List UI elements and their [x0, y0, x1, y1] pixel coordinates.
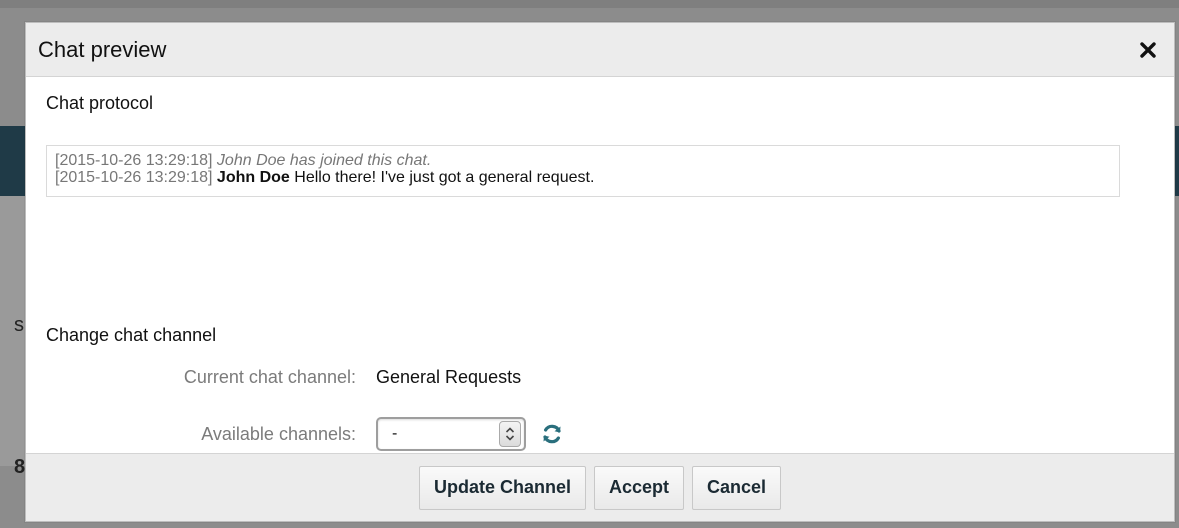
- message-timestamp: [2015-10-26 13:29:18]: [55, 152, 213, 169]
- background-text-fragment: 8: [14, 456, 26, 478]
- message-timestamp: [2015-10-26 13:29:18]: [55, 169, 213, 186]
- message-text: Hello there! I've just got a general req…: [294, 169, 595, 186]
- change-channel-heading: Change chat channel: [46, 325, 217, 345]
- chat-message: [2015-10-26 13:29:18] John Doe has joine…: [55, 152, 1111, 169]
- current-channel-value: General Requests: [376, 366, 522, 387]
- dialog-title: Chat preview: [38, 36, 167, 62]
- chat-message: [2015-10-26 13:29:18] John Doe Hello the…: [55, 169, 1111, 186]
- current-channel-label: Current chat channel:: [183, 366, 356, 387]
- available-channels-select[interactable]: -: [376, 417, 526, 451]
- current-channel-row: Current chat channel: General Requests: [46, 365, 521, 389]
- update-channel-button[interactable]: Update Channel: [418, 465, 586, 510]
- close-icon[interactable]: [1136, 38, 1160, 62]
- refresh-icon[interactable]: [540, 422, 564, 446]
- chat-protocol-heading: Chat protocol: [46, 93, 154, 113]
- cancel-button[interactable]: Cancel: [692, 465, 782, 510]
- dialog-footer: Update Channel Accept Cancel: [26, 453, 1174, 521]
- accept-button[interactable]: Accept: [593, 465, 684, 510]
- dialog-body: Chat protocol [2015-10-26 13:29:18] John…: [26, 77, 1174, 455]
- system-message: John Doe has joined this chat.: [216, 152, 432, 169]
- message-author: John Doe: [216, 169, 290, 186]
- chat-protocol-log: [2015-10-26 13:29:18] John Doe has joine…: [46, 145, 1120, 197]
- select-value: -: [392, 425, 398, 442]
- dialog-header: Chat preview: [26, 23, 1174, 77]
- available-channels-label: Available channels:: [201, 423, 356, 444]
- background-text-fragment: s: [14, 314, 24, 336]
- chat-preview-dialog: Chat preview Chat protocol [2015-10-26 1…: [25, 22, 1175, 522]
- background-page: [0, 0, 1179, 8]
- chevron-updown-icon: [499, 421, 521, 447]
- available-channels-row: Available channels: -: [46, 417, 564, 451]
